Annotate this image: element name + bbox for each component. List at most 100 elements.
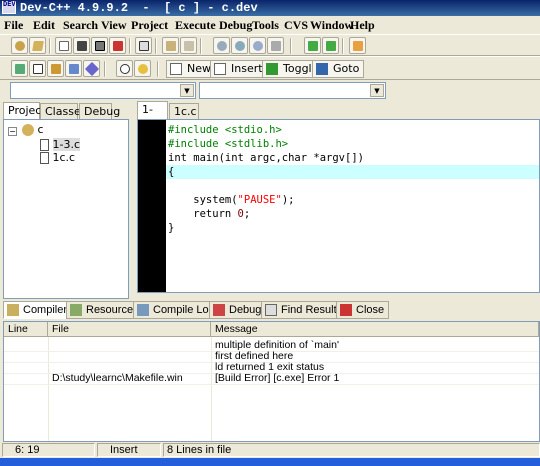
tab-compiler[interactable]: Compiler bbox=[3, 301, 73, 319]
replace-icon bbox=[235, 41, 245, 51]
menu-search[interactable]: Search bbox=[63, 18, 98, 33]
code-text: int main(int argc,char *argv[]) bbox=[168, 152, 364, 164]
check-syntax-button[interactable] bbox=[83, 60, 100, 77]
goto-bookmark-icon bbox=[316, 63, 328, 75]
col-header-line[interactable]: Line bbox=[4, 322, 48, 337]
find-button[interactable] bbox=[213, 37, 230, 54]
new-label: New bbox=[187, 62, 211, 75]
menu-tools[interactable]: Tools bbox=[252, 18, 279, 33]
status-lines: 8 Lines in file bbox=[163, 443, 540, 457]
goto-line-icon bbox=[271, 41, 281, 51]
menu-project[interactable]: Project bbox=[131, 18, 168, 33]
menu-debug[interactable]: Debug bbox=[219, 18, 252, 33]
goto-bookmark-button[interactable]: Goto bbox=[312, 60, 365, 78]
goto-label: Goto bbox=[333, 62, 360, 75]
menu-execute[interactable]: Execute bbox=[175, 18, 216, 33]
print-button[interactable] bbox=[135, 37, 152, 54]
remove-from-project-button[interactable] bbox=[322, 37, 339, 54]
window-title: Dev-C++ 4.9.9.2 - [ c ] - c.dev bbox=[20, 1, 258, 15]
open-project-icon bbox=[32, 41, 44, 51]
toolbar-separator bbox=[155, 38, 157, 54]
new-class-button[interactable]: New bbox=[166, 60, 216, 78]
save-all-button[interactable] bbox=[91, 37, 108, 54]
menu-cvs[interactable]: CVS bbox=[284, 18, 308, 33]
file-icon bbox=[40, 139, 49, 151]
menu-help[interactable]: Help bbox=[350, 18, 375, 33]
status-position: 6: 19 bbox=[2, 443, 95, 457]
tab-debug[interactable]: Debug bbox=[79, 103, 120, 120]
code-text: #include <stdlib.h> bbox=[168, 138, 289, 150]
tab-project[interactable]: Project bbox=[3, 102, 46, 119]
find-next-button[interactable] bbox=[249, 37, 266, 54]
tree-root-project[interactable]: c bbox=[22, 123, 44, 136]
code-line-6: system("PAUSE"); bbox=[168, 193, 294, 207]
code-line-1: #include <stdio.h> bbox=[168, 123, 282, 137]
open-button[interactable] bbox=[29, 37, 46, 54]
tab-classes[interactable]: Classes bbox=[40, 103, 86, 120]
tree-file-item[interactable]: 1-3.c bbox=[40, 138, 81, 151]
output-tabs: Compiler Resources Compile Log Debug Fin… bbox=[0, 299, 540, 321]
close-file-button[interactable] bbox=[109, 37, 126, 54]
string-literal: "PAUSE" bbox=[237, 194, 282, 206]
tree-root-label: c bbox=[37, 123, 44, 136]
save-all-icon bbox=[95, 41, 105, 51]
goto-line-button[interactable] bbox=[267, 37, 284, 54]
compiler-messages: Line File Message multiple definition of… bbox=[3, 321, 540, 442]
compile-run-button[interactable] bbox=[47, 60, 64, 77]
remove-from-project-icon bbox=[326, 41, 336, 51]
replace-button[interactable] bbox=[231, 37, 248, 54]
help-icon bbox=[120, 64, 130, 74]
chevron-down-icon[interactable]: ▼ bbox=[370, 84, 384, 97]
save-button[interactable] bbox=[73, 37, 90, 54]
toolbar-separator bbox=[290, 38, 292, 54]
tab-find-results[interactable]: Find Results bbox=[261, 301, 348, 319]
run-button[interactable] bbox=[29, 60, 46, 77]
new-project-button[interactable] bbox=[11, 37, 28, 54]
tab-compile-log[interactable]: Compile Log bbox=[133, 301, 220, 319]
close-output-button[interactable]: Close bbox=[336, 301, 390, 319]
col-header-message[interactable]: Message bbox=[211, 322, 539, 337]
redo-button[interactable] bbox=[180, 37, 197, 54]
menu-window[interactable]: Window bbox=[310, 18, 353, 33]
close-file-icon bbox=[113, 41, 123, 51]
rebuild-button[interactable] bbox=[65, 60, 82, 77]
tab-debug-output[interactable]: Debug bbox=[209, 301, 267, 319]
undo-icon bbox=[166, 41, 176, 51]
tab-resources[interactable]: Resources bbox=[66, 301, 144, 319]
class-combo[interactable]: ▼ bbox=[10, 82, 196, 99]
close-icon bbox=[340, 304, 352, 316]
menu-file[interactable]: File bbox=[4, 18, 23, 33]
menu-view[interactable]: View bbox=[101, 18, 127, 33]
code-editor[interactable]: #include <stdio.h> #include <stdlib.h> i… bbox=[137, 119, 540, 293]
insert-icon bbox=[214, 63, 226, 75]
run-icon bbox=[33, 64, 43, 74]
menu-edit[interactable]: Edit bbox=[33, 18, 55, 33]
code-text: } bbox=[168, 222, 175, 234]
editor-gutter bbox=[138, 120, 166, 292]
tree-file-item[interactable]: 1c.c bbox=[40, 151, 75, 164]
compile-button[interactable] bbox=[11, 60, 28, 77]
compile-toolbar: New Insert Toggle Goto bbox=[0, 56, 540, 80]
help-button[interactable] bbox=[116, 60, 133, 77]
tab-editor-1cc[interactable]: 1c.c bbox=[169, 103, 199, 120]
print-icon bbox=[139, 41, 149, 51]
tree-expand-icon[interactable]: − bbox=[8, 124, 17, 137]
code-line-8: } bbox=[168, 221, 174, 235]
add-to-project-button[interactable] bbox=[304, 37, 321, 54]
new-file-button[interactable] bbox=[55, 37, 72, 54]
project-options-button[interactable] bbox=[349, 37, 366, 54]
menu-bar: File Edit Search View Project Execute De… bbox=[0, 16, 540, 34]
tab-editor-1-3c[interactable]: 1-3.c bbox=[137, 101, 168, 131]
new-class-icon bbox=[170, 63, 182, 75]
chevron-down-icon[interactable]: ▼ bbox=[180, 84, 194, 97]
about-button[interactable] bbox=[134, 60, 151, 77]
tab-label: Debug bbox=[229, 304, 262, 316]
windows-taskbar bbox=[0, 458, 540, 466]
col-header-file[interactable]: File bbox=[48, 322, 211, 337]
tree-file-label: 1c.c bbox=[52, 151, 76, 164]
member-combo[interactable]: ▼ bbox=[199, 82, 386, 99]
project-options-icon bbox=[353, 41, 363, 51]
undo-button[interactable] bbox=[162, 37, 179, 54]
tab-label: Compiler bbox=[23, 304, 68, 316]
insert-button[interactable]: Insert bbox=[210, 60, 268, 78]
